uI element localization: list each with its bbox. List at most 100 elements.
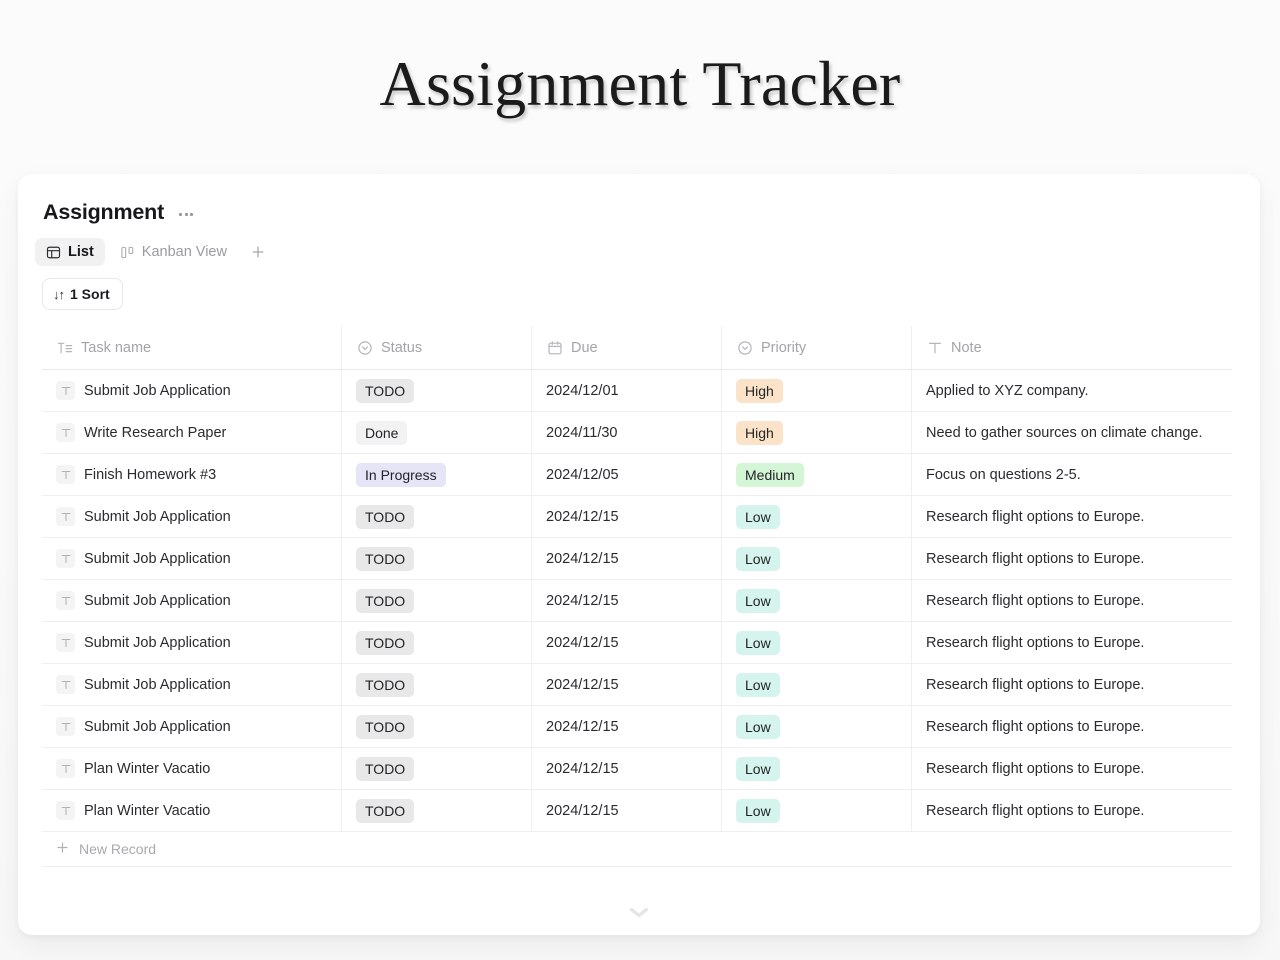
cell-due[interactable]: 2024/12/15 bbox=[532, 706, 722, 747]
new-record-row[interactable]: New Record bbox=[42, 832, 1232, 867]
cell-priority[interactable]: Low bbox=[722, 706, 912, 747]
table-row[interactable]: Submit Job Application TODO 2024/12/01 High… bbox=[42, 370, 1232, 412]
cell-note[interactable]: Research flight options to Europe. bbox=[912, 748, 1232, 789]
cell-due[interactable]: 2024/12/15 bbox=[532, 496, 722, 537]
cell-status[interactable]: TODO bbox=[342, 538, 532, 579]
cell-priority[interactable]: High bbox=[722, 412, 912, 453]
table-row[interactable]: Submit Job Application TODO 2024/12/15 Low R… bbox=[42, 622, 1232, 664]
column-header-due[interactable]: Due bbox=[532, 326, 722, 369]
due-date-value: 2024/12/15 bbox=[546, 634, 619, 651]
cell-note[interactable]: Research flight options to Europe. bbox=[912, 622, 1232, 663]
chevron-down-icon[interactable] bbox=[622, 903, 656, 921]
cell-task-name[interactable]: Submit Job Application bbox=[42, 706, 342, 747]
text-t-icon bbox=[56, 801, 75, 820]
cell-status[interactable]: TODO bbox=[342, 496, 532, 537]
table-row[interactable]: Submit Job Application TODO 2024/12/15 Low R… bbox=[42, 706, 1232, 748]
cell-status[interactable]: TODO bbox=[342, 748, 532, 789]
tab-kanban-view[interactable]: Kanban View bbox=[109, 238, 238, 266]
cell-task-name[interactable]: Submit Job Application bbox=[42, 538, 342, 579]
cell-note[interactable]: Research flight options to Europe. bbox=[912, 706, 1232, 747]
cell-task-name[interactable]: Submit Job Application bbox=[42, 496, 342, 537]
cell-due[interactable]: 2024/12/15 bbox=[532, 538, 722, 579]
task-name-value: Submit Job Application bbox=[84, 634, 231, 651]
cell-task-name[interactable]: Finish Homework #3 bbox=[42, 454, 342, 495]
cell-priority[interactable]: Low bbox=[722, 790, 912, 831]
status-badge: TODO bbox=[356, 672, 415, 697]
task-name-value: Submit Job Application bbox=[84, 508, 231, 525]
table-row[interactable]: Write Research Paper Done 2024/11/30 High Ne… bbox=[42, 412, 1232, 454]
cell-priority[interactable]: High bbox=[722, 370, 912, 411]
records-table: Task name Status Due Priority Note Submit Job… bbox=[42, 326, 1232, 867]
cell-due[interactable]: 2024/12/15 bbox=[532, 664, 722, 705]
task-name-value: Plan Winter Vacatio bbox=[84, 802, 211, 819]
more-options-icon[interactable] bbox=[176, 207, 196, 219]
cell-due[interactable]: 2024/11/30 bbox=[532, 412, 722, 453]
table-row[interactable]: Submit Job Application TODO 2024/12/15 Low R… bbox=[42, 580, 1232, 622]
cell-priority[interactable]: Low bbox=[722, 580, 912, 621]
cell-status[interactable]: Done bbox=[342, 412, 532, 453]
tab-list[interactable]: List bbox=[35, 238, 105, 266]
priority-badge: Low bbox=[736, 588, 780, 613]
cell-status[interactable]: TODO bbox=[342, 370, 532, 411]
cell-task-name[interactable]: Submit Job Application bbox=[42, 622, 342, 663]
due-date-value: 2024/12/05 bbox=[546, 466, 619, 483]
column-header-status[interactable]: Status bbox=[342, 326, 532, 369]
due-date-value: 2024/11/30 bbox=[546, 424, 618, 441]
note-value: Research flight options to Europe. bbox=[926, 592, 1145, 609]
cell-priority[interactable]: Low bbox=[722, 496, 912, 537]
layout-list-icon bbox=[46, 245, 61, 260]
column-header-note[interactable]: Note bbox=[912, 326, 1232, 369]
cell-due[interactable]: 2024/12/01 bbox=[532, 370, 722, 411]
cell-due[interactable]: 2024/12/05 bbox=[532, 454, 722, 495]
cell-note[interactable]: Research flight options to Europe. bbox=[912, 538, 1232, 579]
cell-task-name[interactable]: Write Research Paper bbox=[42, 412, 342, 453]
cell-task-name[interactable]: Plan Winter Vacatio bbox=[42, 790, 342, 831]
new-record-button[interactable]: New Record bbox=[42, 832, 156, 866]
cell-task-name[interactable]: Submit Job Application bbox=[42, 370, 342, 411]
priority-badge: High bbox=[736, 378, 783, 403]
cell-priority[interactable]: Low bbox=[722, 538, 912, 579]
cell-priority[interactable]: Low bbox=[722, 664, 912, 705]
due-date-value: 2024/12/15 bbox=[546, 550, 619, 567]
table-row[interactable]: Submit Job Application TODO 2024/12/15 Low R… bbox=[42, 664, 1232, 706]
table-row[interactable]: Plan Winter Vacatio TODO 2024/12/15 Low Rese… bbox=[42, 790, 1232, 832]
sort-button[interactable]: ↓↑ 1 Sort bbox=[42, 278, 123, 310]
cell-status[interactable]: TODO bbox=[342, 790, 532, 831]
cell-priority[interactable]: Low bbox=[722, 748, 912, 789]
cell-task-name[interactable]: Plan Winter Vacatio bbox=[42, 748, 342, 789]
add-view-button[interactable] bbox=[245, 239, 271, 265]
cell-due[interactable]: 2024/12/15 bbox=[532, 580, 722, 621]
cell-note[interactable]: Need to gather sources on climate change… bbox=[912, 412, 1232, 453]
column-header-priority[interactable]: Priority bbox=[722, 326, 912, 369]
cell-task-name[interactable]: Submit Job Application bbox=[42, 580, 342, 621]
column-header-label: Task name bbox=[81, 339, 152, 356]
cell-status[interactable]: TODO bbox=[342, 664, 532, 705]
cell-note[interactable]: Research flight options to Europe. bbox=[912, 580, 1232, 621]
cell-note[interactable]: Applied to XYZ company. bbox=[912, 370, 1232, 411]
table-row[interactable]: Submit Job Application TODO 2024/12/15 Low R… bbox=[42, 538, 1232, 580]
cell-due[interactable]: 2024/12/15 bbox=[532, 748, 722, 789]
text-t-icon bbox=[56, 591, 75, 610]
table-row[interactable]: Plan Winter Vacatio TODO 2024/12/15 Low Rese… bbox=[42, 748, 1232, 790]
column-header-task[interactable]: Task name bbox=[42, 326, 342, 369]
select-circle-icon bbox=[736, 339, 753, 356]
cell-priority[interactable]: Low bbox=[722, 622, 912, 663]
cell-status[interactable]: TODO bbox=[342, 622, 532, 663]
cell-status[interactable]: In Progress bbox=[342, 454, 532, 495]
cell-status[interactable]: TODO bbox=[342, 706, 532, 747]
column-header-label: Priority bbox=[761, 339, 807, 356]
cell-due[interactable]: 2024/12/15 bbox=[532, 622, 722, 663]
status-badge: TODO bbox=[356, 756, 415, 781]
cell-note[interactable]: Research flight options to Europe. bbox=[912, 496, 1232, 537]
cell-due[interactable]: 2024/12/15 bbox=[532, 790, 722, 831]
cell-status[interactable]: TODO bbox=[342, 580, 532, 621]
cell-note[interactable]: Research flight options to Europe. bbox=[912, 790, 1232, 831]
table-row[interactable]: Submit Job Application TODO 2024/12/15 Low R… bbox=[42, 496, 1232, 538]
cell-priority[interactable]: Medium bbox=[722, 454, 912, 495]
cell-note[interactable]: Focus on questions 2-5. bbox=[912, 454, 1232, 495]
due-date-value: 2024/12/15 bbox=[546, 508, 619, 525]
cell-note[interactable]: Research flight options to Europe. bbox=[912, 664, 1232, 705]
table-row[interactable]: Finish Homework #3 In Progress 2024/12/05 M… bbox=[42, 454, 1232, 496]
tab-kanban-label: Kanban View bbox=[141, 244, 227, 260]
cell-task-name[interactable]: Submit Job Application bbox=[42, 664, 342, 705]
